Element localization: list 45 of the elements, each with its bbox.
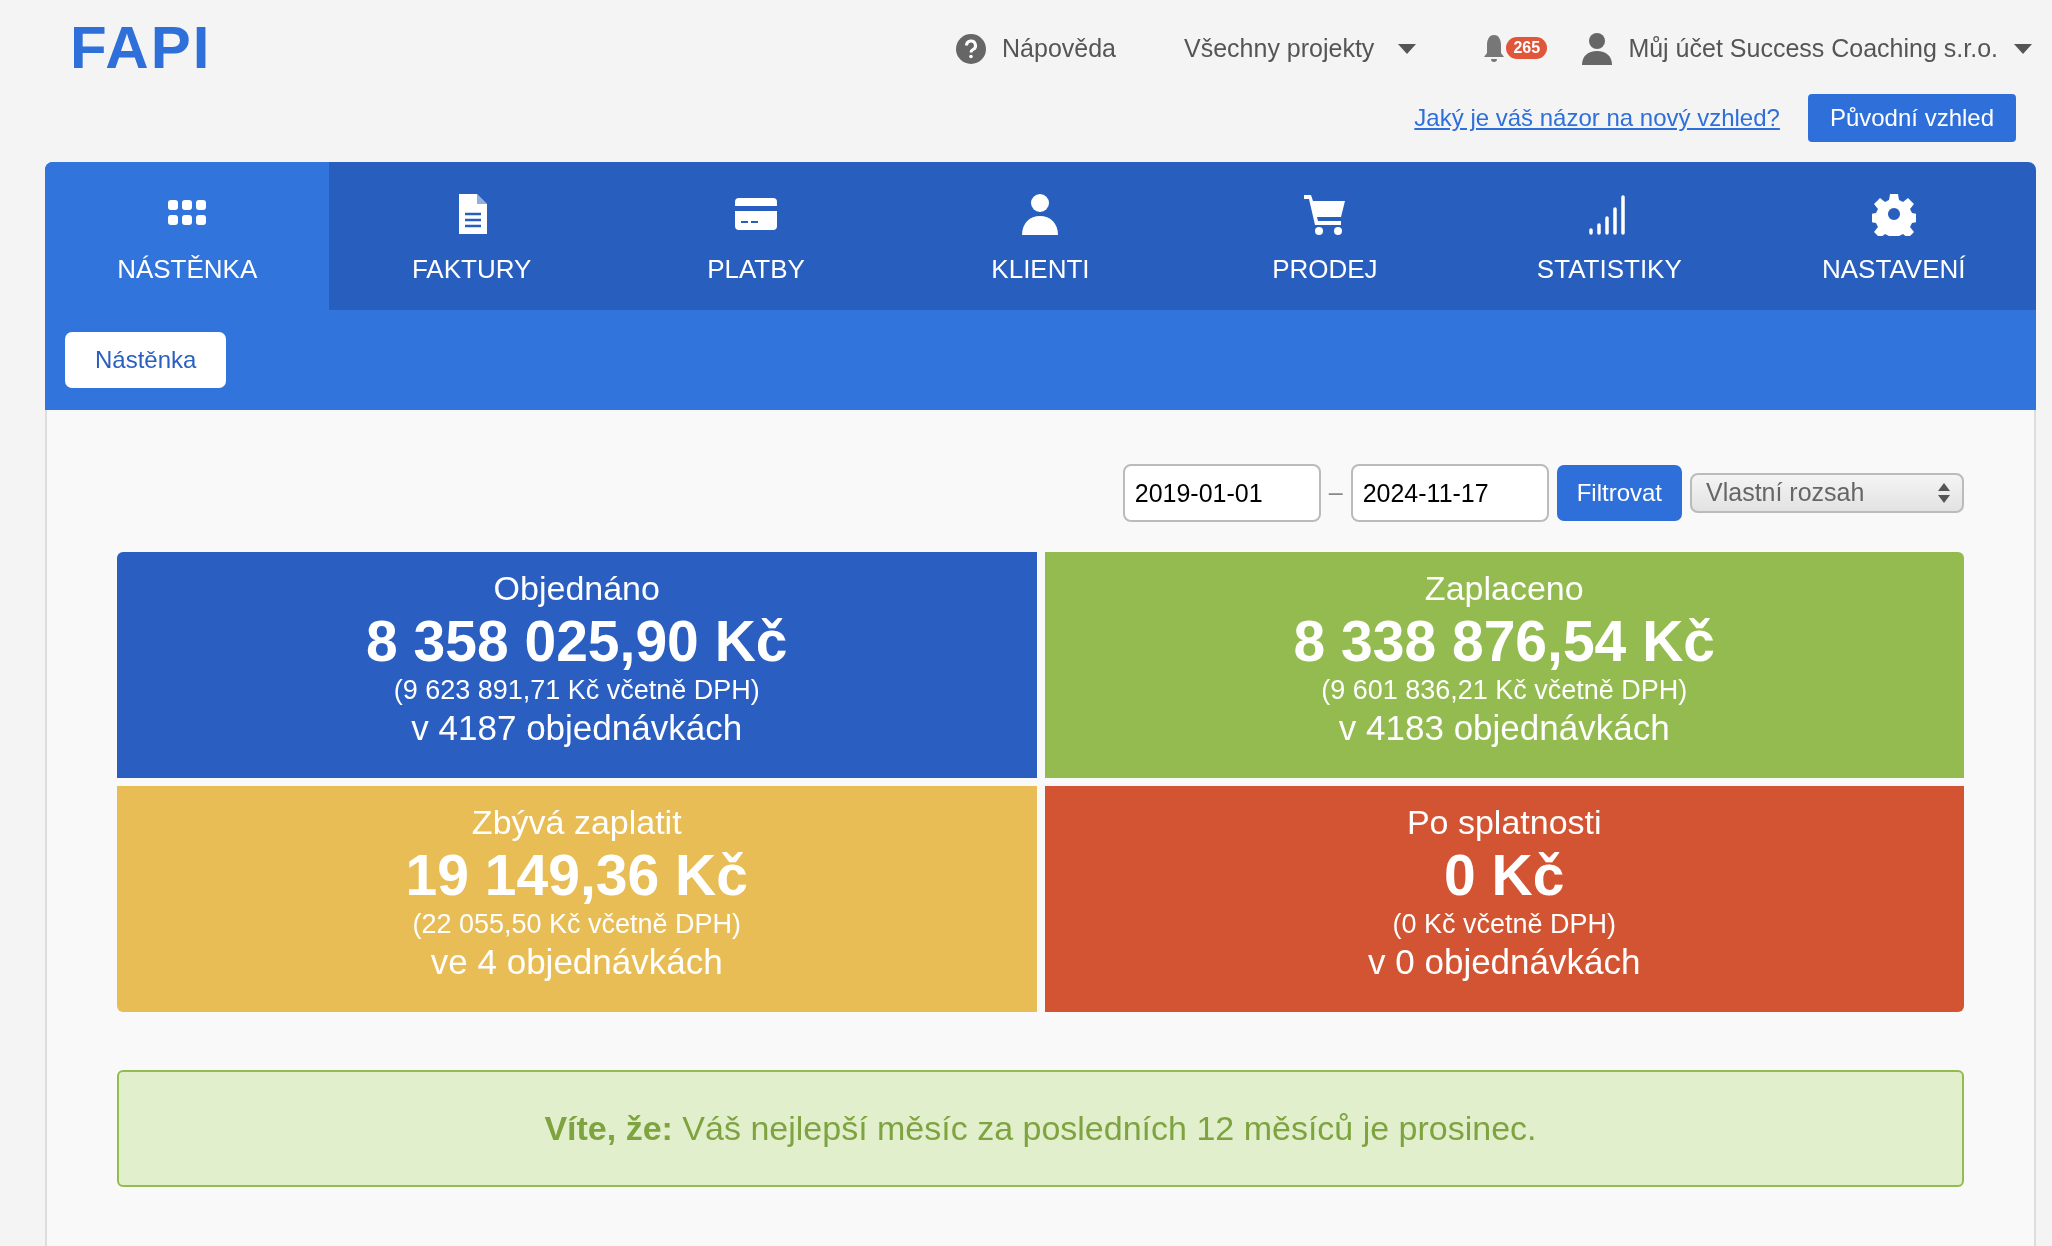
filter-button[interactable]: Filtrovat [1556, 465, 1682, 521]
card-vat: (0 Kč včetně DPH) [1391, 908, 1618, 941]
feedback-link[interactable]: Jaký je váš názor na nový vzhled? [1414, 100, 1780, 136]
range-select[interactable]: Vlastní rozsah [1690, 473, 1964, 513]
settings-icon [1871, 192, 1916, 236]
nav-tab[interactable]: PRODEJ [1182, 162, 1468, 310]
card-orders: ve 4 objednávkách [429, 940, 724, 983]
card-title: Po splatnosti [1405, 802, 1603, 843]
date-from-field[interactable]: 2019-01-01 [1122, 464, 1321, 522]
card-vat: (9 623 891,71 Kč včetně DPH) [392, 674, 761, 707]
cart-icon [1302, 192, 1347, 236]
account-dropdown[interactable]: Můj účet Success Coaching s.r.o. [1628, 30, 1998, 68]
card-orders: v 4183 objednávkách [1337, 706, 1671, 749]
card-vat: (9 601 836,21 Kč včetně DPH) [1320, 674, 1689, 707]
nav-tab[interactable]: STATISTIKY [1467, 162, 1752, 310]
nav-tab[interactable]: FAKTURY [329, 162, 614, 310]
card-title: Zbývá zaplatit [470, 802, 683, 843]
nav-tab[interactable]: KLIENTI [898, 162, 1183, 310]
tip-text: Víte, že: Váš nejlepší měsíc za posledních 12 měsíců je prosinec. [544, 1108, 1537, 1149]
projects-dropdown[interactable]: Všechny projekty [1184, 30, 1375, 68]
bell-icon[interactable] [1484, 33, 1505, 64]
caret-icon[interactable] [1398, 42, 1417, 55]
nav-tab[interactable]: NÁSTĚNKA [45, 162, 330, 310]
updown-icon [1938, 482, 1950, 504]
card-amount: 0 Kč [1443, 842, 1566, 909]
notification-badge: 265 [1506, 36, 1548, 59]
nav-tab[interactable]: NASTAVENÍ [1751, 162, 2036, 310]
range-separator: – [1328, 477, 1343, 509]
old-look-button[interactable]: Původní vzhled [1807, 94, 2016, 142]
card-vat: (22 055,50 Kč včetně DPH) [411, 908, 743, 941]
card-title: Objednáno [492, 568, 661, 609]
card-amount: 8 338 876,54 Kč [1292, 608, 1716, 675]
card-orders: v 4187 objednávkách [410, 706, 744, 749]
caret-icon[interactable] [2014, 42, 2032, 55]
card-amount: 8 358 025,90 Kč [365, 608, 789, 675]
help-link[interactable]: Nápověda [1002, 30, 1116, 68]
nav-tab[interactable]: PLATBY [613, 162, 899, 310]
help-icon[interactable] [956, 33, 986, 64]
card-orders: v 0 objednávkách [1367, 940, 1642, 983]
card-amount: 19 149,36 Kč [404, 842, 749, 909]
logo[interactable]: FAPI [70, 18, 212, 78]
card-title: Zaplaceno [1423, 568, 1585, 609]
date-to-field[interactable]: 2024-11-17 [1350, 464, 1549, 522]
subnav-tab[interactable]: Nástěnka [65, 332, 227, 388]
person-icon[interactable] [1582, 32, 1613, 65]
